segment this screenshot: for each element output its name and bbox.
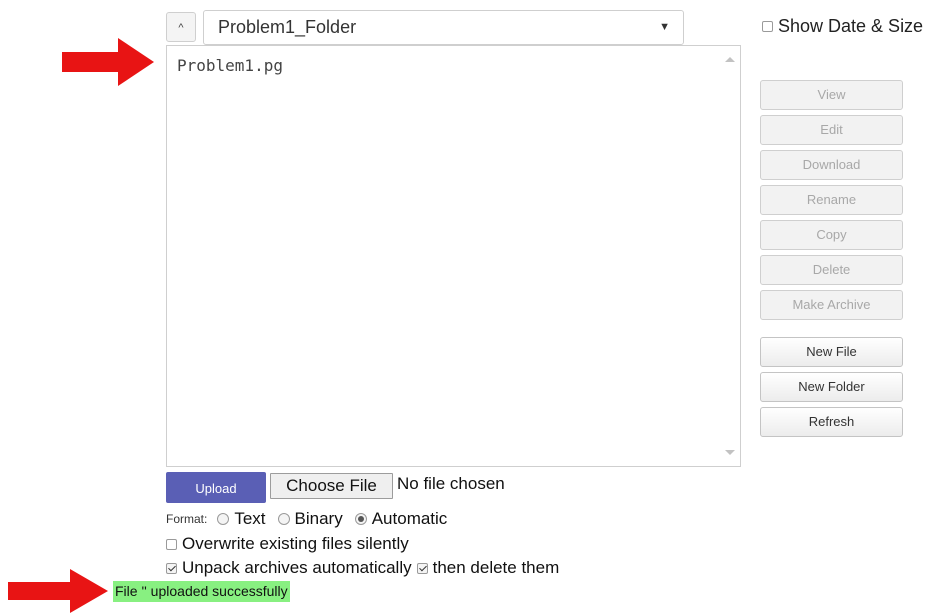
chevron-down-icon: ▼ bbox=[659, 21, 670, 33]
delete-archives-checkbox[interactable] bbox=[416, 562, 428, 574]
no-file-chosen-label: No file chosen bbox=[397, 474, 505, 493]
scroll-down-icon[interactable] bbox=[725, 450, 735, 455]
status-message: File '' uploaded successfully bbox=[113, 581, 290, 602]
format-binary-radio[interactable] bbox=[277, 513, 290, 525]
rename-button[interactable]: Rename bbox=[760, 185, 903, 215]
format-automatic-label: Automatic bbox=[371, 509, 448, 528]
folder-select-value: Problem1_Folder bbox=[218, 17, 357, 37]
show-date-size-checkbox[interactable] bbox=[762, 21, 773, 32]
unpack-label: Unpack archives automatically bbox=[182, 558, 412, 577]
format-label: Format: bbox=[166, 512, 208, 526]
view-button[interactable]: View bbox=[760, 80, 903, 110]
make-archive-button[interactable]: Make Archive bbox=[760, 290, 903, 320]
show-date-size-label: Show Date & Size bbox=[778, 16, 924, 36]
overwrite-option: Overwrite existing files silently bbox=[166, 534, 409, 554]
format-options: Format: Text Binary Automatic bbox=[166, 509, 459, 529]
download-button[interactable]: Download bbox=[760, 150, 903, 180]
edit-button[interactable]: Edit bbox=[760, 115, 903, 145]
copy-button[interactable]: Copy bbox=[760, 220, 903, 250]
show-date-size-toggle[interactable]: Show Date & Size bbox=[762, 16, 923, 37]
format-binary-label: Binary bbox=[294, 509, 343, 528]
delete-button[interactable]: Delete bbox=[760, 255, 903, 285]
overwrite-checkbox[interactable] bbox=[166, 538, 177, 550]
new-file-button[interactable]: New File bbox=[760, 337, 903, 367]
new-folder-button[interactable]: New Folder bbox=[760, 372, 903, 402]
scrollbar[interactable] bbox=[722, 46, 740, 466]
unpack-option: Unpack archives automatically then delet… bbox=[166, 558, 559, 578]
choose-file-button[interactable]: Choose File bbox=[270, 473, 393, 499]
refresh-button[interactable]: Refresh bbox=[760, 407, 903, 437]
folder-select[interactable]: Problem1_Folder ▼ bbox=[203, 10, 684, 45]
upload-button[interactable]: Upload bbox=[166, 472, 266, 503]
file-list[interactable]: Problem1.pg bbox=[166, 45, 741, 467]
unpack-checkbox[interactable] bbox=[166, 562, 177, 574]
format-automatic-radio[interactable] bbox=[354, 513, 367, 525]
overwrite-label: Overwrite existing files silently bbox=[182, 534, 409, 553]
file-list-item[interactable]: Problem1.pg bbox=[177, 56, 283, 75]
format-text-radio[interactable] bbox=[217, 513, 230, 525]
red-arrow-icon bbox=[8, 569, 108, 613]
delete-archives-label: then delete them bbox=[432, 558, 560, 577]
parent-folder-button[interactable]: ^ bbox=[166, 12, 196, 42]
red-arrow-icon bbox=[62, 38, 154, 86]
scroll-up-icon[interactable] bbox=[725, 57, 735, 62]
format-text-label: Text bbox=[234, 509, 266, 528]
